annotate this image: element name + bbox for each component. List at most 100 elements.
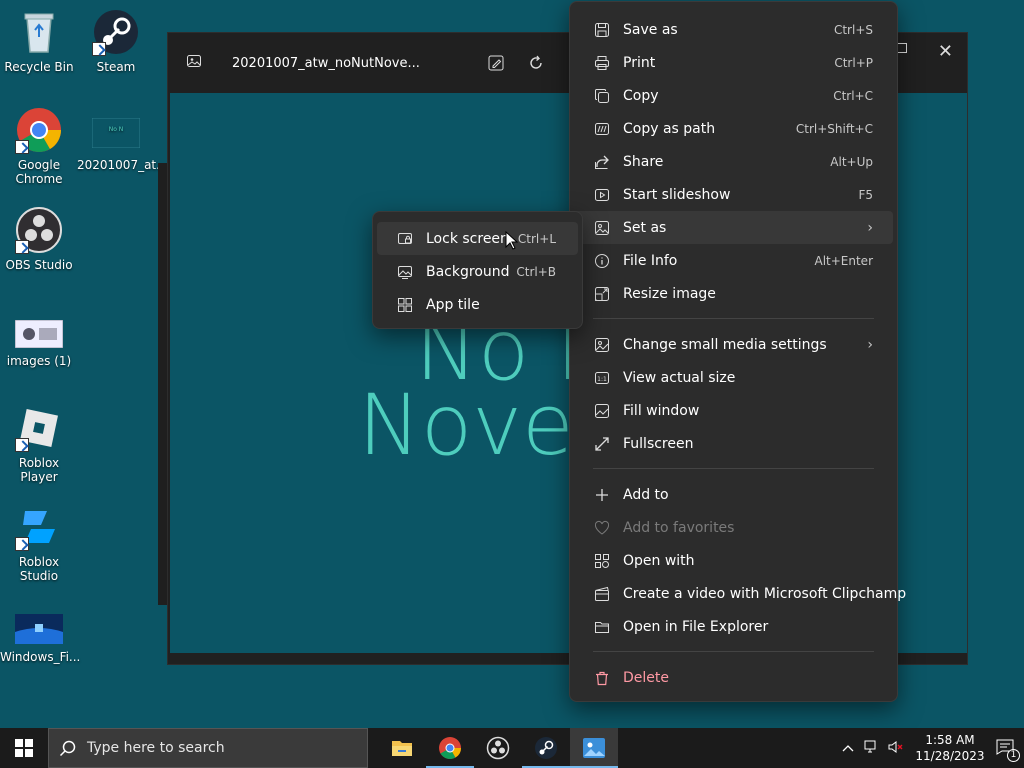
desktop-icon-label: Google Chrome [15,158,63,186]
taskbar-steam[interactable] [522,728,570,768]
obs-icon [15,206,63,254]
menu-item-label: Change small media settings [623,336,827,353]
menu-item-label: Copy [623,87,659,104]
copy-path-icon [595,122,609,135]
desktop-icon-label: 20201007_at... [77,158,168,172]
trash-icon [596,671,608,685]
desktop-icon-image-file[interactable]: No N 20201007_at... [77,117,168,172]
menu-item-shortcut: Ctrl+Shift+C [795,121,873,136]
volume-muted-icon[interactable] [888,740,904,757]
menu-item-shortcut: Alt+Enter [814,253,873,268]
shortcut-arrow-icon [15,140,29,154]
menu-item-label: Open with [623,552,695,569]
menu-item-fullscreen[interactable]: Fullscreen [574,427,893,460]
submenu-item-background[interactable]: Background Ctrl+B [377,255,578,288]
menu-item-change-small-media-settings[interactable]: Change small media settings › [574,328,893,361]
actual-size-icon: 1:1 [595,371,609,384]
menu-item-label: Start slideshow [623,186,731,203]
start-button[interactable] [0,728,48,768]
image-thumbnail-icon: No N [91,117,141,154]
taskbar-file-explorer[interactable] [378,728,426,768]
taskbar-chrome[interactable] [426,728,474,768]
chevron-up-icon[interactable] [842,741,854,755]
rotate-icon[interactable] [526,53,546,73]
image-thumbnail-icon [14,319,64,350]
taskbar-clock[interactable]: 1:58 AM 11/28/2023 [912,732,988,764]
desktop-icon-images[interactable]: images (1) [0,319,78,368]
file-explorer-icon [392,741,412,756]
desktop-icon-steam[interactable]: Steam [77,8,155,74]
windows-wallpaper-icon [15,614,63,646]
menu-item-label: Fullscreen [623,435,694,452]
network-icon[interactable] [864,740,880,757]
obs-icon [486,736,510,760]
shortcut-arrow-icon [15,537,29,551]
edit-image-icon[interactable] [486,53,506,73]
taskbar-search-box[interactable]: Type here to search [48,728,368,768]
media-settings-icon [595,337,609,352]
menu-item-label: Create a video with Microsoft Clipchamp [623,585,907,602]
menu-separator [593,651,874,652]
menu-item-add-to[interactable]: Add to [574,478,893,511]
menu-item-file-info[interactable]: File Info Alt+Enter [574,244,893,277]
menu-item-copy-as-path[interactable]: Copy as path Ctrl+Shift+C [574,112,893,145]
chevron-right-icon: › [867,336,873,353]
notification-center-icon[interactable]: 1 [996,739,1020,762]
menu-item-label: Print [623,54,656,71]
menu-item-set-as[interactable]: Set as › [574,211,893,244]
mouse-cursor-icon [505,231,519,250]
image-text-line-2: Nove [358,376,574,474]
submenu-item-lock-screen[interactable]: Lock screen Ctrl+L [377,222,578,255]
menu-item-delete[interactable]: Delete [574,661,893,694]
shortcut-arrow-icon [92,42,106,56]
chrome-icon [15,106,63,154]
desktop-icon-label: Roblox Player [18,456,60,484]
fill-window-icon [595,403,609,418]
menu-item-open-in-file-explorer[interactable]: Open in File Explorer [574,610,893,643]
menu-item-open-with[interactable]: Open with [574,544,893,577]
menu-item-share[interactable]: Share Alt+Up [574,145,893,178]
submenu-item-app-tile[interactable]: App tile [377,288,578,321]
taskbar-photos[interactable] [570,728,618,768]
folder-icon [595,621,609,633]
desktop-icon-windows-file[interactable]: Windows_Fi... [0,614,80,664]
photos-app-icon [186,53,202,73]
search-icon [59,740,76,757]
menu-item-shortcut: Ctrl+S [833,22,873,37]
heart-icon [594,520,610,535]
menu-item-label: Background [426,263,510,280]
desktop-icon-roblox-studio[interactable]: Roblox Studio [0,503,78,583]
recycle-bin-icon [15,8,63,56]
plus-icon [596,488,608,501]
menu-item-label: Delete [623,669,669,686]
desktop-icon-roblox-player[interactable]: Roblox Player [0,404,78,484]
desktop-icon-recycle-bin[interactable]: Recycle Bin [0,8,78,74]
menu-item-view-actual-size[interactable]: 1:1 View actual size [574,361,893,394]
menu-item-print[interactable]: Print Ctrl+P [574,46,893,79]
menu-item-save-as[interactable]: Save as Ctrl+S [574,13,893,46]
desktop-icon-google-chrome[interactable]: Google Chrome [0,106,78,186]
maximize-icon[interactable] [897,43,907,53]
taskbar-obs[interactable] [474,728,522,768]
shortcut-arrow-icon [15,438,29,452]
save-icon [595,22,609,37]
desktop-icon-obs-studio[interactable]: OBS Studio [0,206,78,272]
menu-item-fill-window[interactable]: Fill window [574,394,893,427]
roblox-player-icon [15,404,63,452]
menu-item-shortcut: Ctrl+L [517,231,556,246]
menu-item-copy[interactable]: Copy Ctrl+C [574,79,893,112]
menu-item-create-video-clipchamp[interactable]: Create a video with Microsoft Clipchamp [574,577,906,610]
svg-text:No N: No N [109,126,124,133]
menu-item-resize-image[interactable]: Resize image [574,277,893,310]
menu-item-label: Open in File Explorer [623,618,769,635]
chevron-right-icon: › [867,219,873,236]
taskbar: Type here to search 1:58 AM 11/28/2023 1 [0,728,1024,768]
desktop-icon-label: OBS Studio [5,258,73,272]
menu-item-start-slideshow[interactable]: Start slideshow F5 [574,178,893,211]
menu-item-shortcut: Ctrl+C [833,88,873,103]
clock-time: 1:58 AM [925,733,975,747]
clipchamp-icon [595,586,609,601]
app-tile-icon [398,297,412,312]
menu-item-label: Copy as path [623,120,716,137]
close-icon[interactable]: ✕ [938,41,953,62]
